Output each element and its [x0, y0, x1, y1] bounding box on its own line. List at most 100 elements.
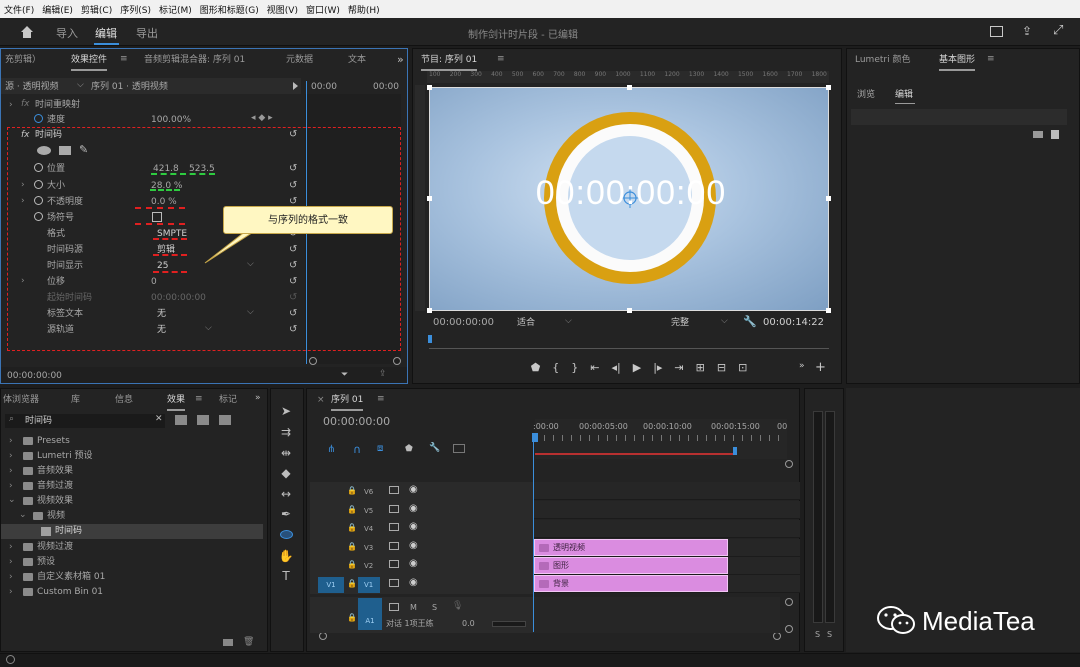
mark-in-icon[interactable]: {	[552, 361, 559, 374]
handle-tr[interactable]	[826, 85, 831, 90]
hand-tool-icon[interactable]: ✋	[278, 548, 294, 564]
tab-menu-icon[interactable]: ≡	[120, 54, 128, 64]
timeline-playhead[interactable]	[533, 438, 534, 632]
tab-text[interactable]: 文本	[348, 49, 366, 71]
add-marker-icon[interactable]: ⬟	[405, 444, 413, 454]
sync-lock-icon[interactable]	[389, 523, 399, 531]
chevron-right-icon[interactable]: ›	[9, 100, 13, 110]
scroll-circle-right[interactable]	[393, 357, 401, 365]
lock-icon[interactable]: 🔒	[347, 560, 357, 569]
tree-item-lumetri[interactable]: Lumetri 预设	[37, 448, 92, 464]
tree-item-audio-effects[interactable]: 音频效果	[37, 463, 73, 479]
tab-markers[interactable]: 标记	[219, 389, 237, 411]
export-frame-icon[interactable]: ⊡	[738, 361, 747, 374]
chevron-down-icon[interactable]: ⌵	[721, 316, 728, 326]
lock-icon[interactable]: 🔒	[347, 486, 357, 495]
tab-libraries[interactable]: 库	[71, 389, 80, 411]
tab-edit[interactable]: 编辑	[895, 87, 913, 103]
more-tabs-icon[interactable]: »	[255, 393, 261, 403]
tree-chevron-icon[interactable]: ›	[9, 481, 13, 491]
insert-nest-icon[interactable]: ⧈	[377, 443, 383, 454]
tab-program[interactable]: 节目: 序列 01	[421, 49, 478, 71]
32bit-effects-icon[interactable]	[197, 415, 209, 425]
new-bin-icon[interactable]	[223, 639, 233, 646]
lock-icon[interactable]: 🔒	[347, 613, 357, 622]
menu-help[interactable]: 帮助(H)	[344, 3, 384, 16]
menu-edit[interactable]: 编辑(E)	[38, 3, 77, 16]
sequence-dropdown-icon[interactable]: ⌵	[77, 80, 84, 90]
sync-lock-icon[interactable]	[389, 603, 399, 611]
play-only-icon[interactable]	[293, 82, 298, 90]
workspace-edit[interactable]: 编辑	[95, 25, 117, 41]
tab-sequence[interactable]: 序列 01	[331, 389, 364, 411]
tree-item-video-effects[interactable]: 视频效果	[37, 493, 73, 509]
eye-icon[interactable]: ◉	[409, 503, 418, 514]
go-to-in-icon[interactable]: ⇤	[590, 361, 599, 374]
extract-icon[interactable]: ⊟	[717, 361, 726, 374]
handle-br[interactable]	[826, 308, 831, 313]
new-folder-icon[interactable]	[1033, 131, 1043, 138]
workspace-import[interactable]: 导入	[56, 25, 78, 41]
program-canvas[interactable]: 00:00:00:00	[427, 85, 831, 313]
add-button-icon[interactable]: +	[815, 360, 826, 375]
menu-window[interactable]: 窗口(W)	[302, 3, 344, 16]
panel-layout-icon[interactable]	[990, 26, 1003, 37]
eye-icon[interactable]: ◉	[409, 558, 418, 569]
tab-menu-icon[interactable]: ≡	[377, 394, 385, 404]
tree-chevron-icon[interactable]: ›	[9, 451, 13, 461]
lock-icon[interactable]: 🔒	[347, 579, 357, 588]
scrub-bar[interactable]	[429, 339, 829, 349]
solo-left[interactable]: S	[815, 627, 820, 643]
go-to-out-icon[interactable]: ⇥	[674, 361, 683, 374]
hscroll-circle[interactable]	[319, 632, 327, 640]
track-select-icon[interactable]: ⇉	[278, 424, 294, 440]
eye-icon[interactable]: ◉	[409, 484, 418, 495]
eye-icon[interactable]: ◉	[409, 521, 418, 532]
keyframe-nav-icon[interactable]: ◂ ◆ ▸	[251, 113, 273, 123]
solo-right[interactable]: S	[827, 627, 832, 643]
clip-background[interactable]: 背景	[534, 575, 728, 592]
tab-menu-icon[interactable]: ≡	[195, 394, 203, 404]
type-tool-icon[interactable]: T	[278, 568, 294, 584]
tab-menu-icon[interactable]: ≡	[497, 54, 505, 64]
menu-view[interactable]: 视图(V)	[263, 3, 302, 16]
scrub-playhead[interactable]	[428, 335, 432, 343]
menu-graphics[interactable]: 图形和标题(G)	[196, 3, 263, 16]
sync-lock-icon[interactable]	[389, 505, 399, 513]
handle-tm[interactable]	[627, 85, 632, 90]
accelerated-effects-icon[interactable]	[175, 415, 187, 425]
tree-item-custom-bin[interactable]: Custom Bin 01	[37, 584, 103, 600]
pen-tool-icon[interactable]: ✒	[278, 506, 294, 522]
clip-transparent-video[interactable]: 透明视频	[534, 539, 728, 556]
tree-item-video[interactable]: 视频	[47, 508, 65, 524]
sync-lock-icon[interactable]	[389, 542, 399, 550]
linked-selection-icon[interactable]: ∩	[353, 443, 361, 456]
new-layer-icon[interactable]	[1051, 130, 1059, 139]
wrench-icon[interactable]: 🔧	[429, 443, 440, 453]
work-area-bar[interactable]	[535, 453, 735, 455]
delete-icon[interactable]: 🗑	[243, 637, 254, 647]
search-input[interactable]: 时间码	[25, 413, 52, 429]
clip-graphic[interactable]: 图形	[534, 557, 728, 574]
tree-chevron-icon[interactable]: ›	[9, 557, 13, 567]
status-indicator-icon[interactable]	[6, 655, 15, 664]
tab-source-clip[interactable]: 充剪辑）	[5, 49, 41, 71]
audio-volume[interactable]: 0.0	[462, 616, 475, 632]
tree-item-video-transitions[interactable]: 视频过渡	[37, 539, 73, 555]
lock-icon[interactable]: 🔒	[347, 523, 357, 532]
menu-marker[interactable]: 标记(M)	[155, 3, 196, 16]
handle-mr[interactable]	[826, 196, 831, 201]
tree-chevron-down-icon[interactable]: ⌄	[8, 495, 16, 505]
handle-bm[interactable]	[627, 308, 632, 313]
step-back-icon[interactable]: ◂|	[611, 361, 620, 374]
mark-out-icon[interactable]: }	[571, 361, 578, 374]
eye-icon[interactable]: ◉	[409, 577, 418, 588]
sync-lock-icon[interactable]	[389, 579, 399, 587]
tree-chevron-icon[interactable]: ›	[9, 466, 13, 476]
captions-icon[interactable]	[453, 444, 465, 453]
filter-icon[interactable]: ⏷	[341, 370, 348, 380]
tab-browse[interactable]: 浏览	[857, 87, 875, 103]
more-icon[interactable]: »	[799, 361, 805, 371]
fullscreen-icon[interactable]: ⤢	[1053, 23, 1063, 38]
vscroll-circle[interactable]	[785, 460, 793, 468]
